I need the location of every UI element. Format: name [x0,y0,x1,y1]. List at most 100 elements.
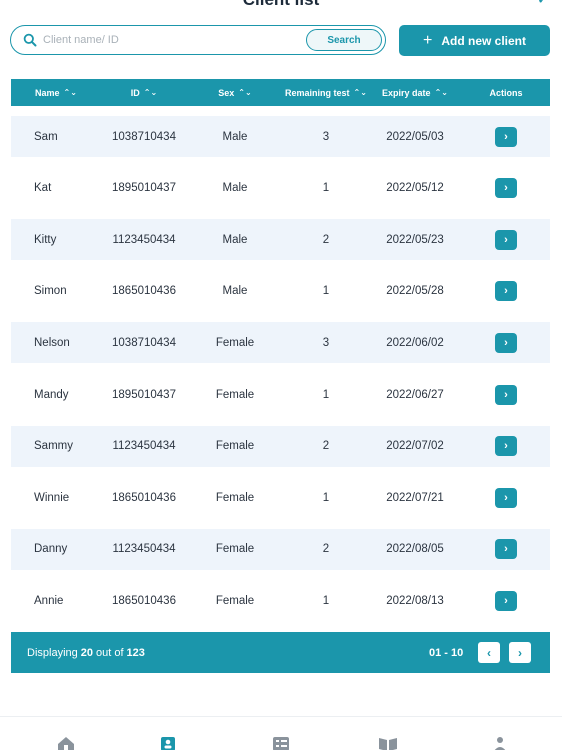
open-client-button[interactable]: › [495,332,517,353]
open-client-button[interactable]: › [495,590,517,611]
column-header-id[interactable]: ID ⌃⌄ [99,79,189,106]
nav-library[interactable] [377,735,399,750]
nav-home[interactable] [55,735,77,750]
expiry-date: 2022/05/23 [386,233,444,246]
open-client-button[interactable]: › [495,436,517,457]
plus-icon: + [422,31,433,49]
remaining-test: 2 [322,233,330,246]
column-header-actions: Actions [489,87,523,98]
client-id: 1123450434 [112,440,176,453]
open-client-button[interactable]: › [495,126,517,147]
table-row: Kat 1895010437 Male 1 2022/05/12 › [11,168,550,209]
actions-cell: › [463,426,549,467]
client-id: 1865010436 [112,594,176,607]
clients-icon [161,737,175,750]
actions-cell: › [463,322,549,363]
client-sex: Female [215,440,255,453]
remaining-test: 3 [322,130,330,143]
client-name: Nelson [34,336,70,349]
client-name: Simon [34,285,67,298]
page-header: Client list ✓ [0,0,562,12]
remaining-test: 1 [322,388,330,401]
open-client-button[interactable]: › [495,487,517,508]
client-sex: Male [222,182,248,195]
remaining-test: 1 [322,491,330,504]
nav-clients[interactable] [157,735,179,750]
expiry-date: 2022/05/03 [386,130,444,143]
actions-cell: › [463,374,549,415]
column-header-remaining-test[interactable]: Remaining test ⌃⌄ [277,79,375,106]
search-icon [23,33,37,47]
expiry-date: 2022/05/28 [386,285,444,298]
client-id: 1038710434 [112,336,176,349]
nav-profile[interactable] [489,735,511,750]
table-row: Mandy 1895010437 Female 1 2022/06/27 › [11,374,550,415]
client-sex: Male [222,285,248,298]
remaining-test: 2 [322,440,330,453]
open-client-button[interactable]: › [495,178,517,199]
client-name: Danny [34,543,68,556]
open-client-button[interactable]: › [495,229,517,250]
client-name: Annie [34,594,64,607]
client-id: 1865010436 [112,491,176,504]
book-icon [379,738,397,750]
table-row: Nelson 1038710434 Female 3 2022/06/02 › [11,322,550,364]
search-button[interactable]: Search [306,29,382,51]
sort-icon: ⌃⌄ [143,87,158,97]
open-client-button[interactable]: › [495,539,517,560]
client-name: Winnie [34,491,70,504]
column-header-sex[interactable]: Sex ⌃⌄ [191,79,279,106]
search-bar: Search [10,25,386,55]
nav-tests[interactable] [270,735,292,750]
actions-cell: › [463,580,549,621]
table-row: Simon 1865010436 Male 1 2022/05/28 › [11,271,550,312]
prev-page-button[interactable]: ‹ [478,642,500,663]
add-new-client-button[interactable]: + Add new client [399,25,550,56]
open-client-button[interactable]: › [495,281,517,302]
actions-cell: › [463,529,549,570]
remaining-test: 3 [322,336,330,349]
expiry-date: 2022/05/12 [386,182,444,195]
client-sex: Female [215,543,255,556]
actions-cell: › [463,477,549,518]
table-row: Kitty 1123450434 Male 2 2022/05/23 › [11,219,550,261]
expiry-date: 2022/08/13 [386,594,444,607]
client-name: Kat [34,182,52,195]
client-name: Sammy [34,440,73,453]
search-input[interactable] [43,34,283,46]
table-row: Annie 1865010436 Female 1 2022/08/13 › [11,580,550,621]
client-id: 1038710434 [112,130,176,143]
expiry-date: 2022/07/21 [386,491,444,504]
total-count: 123 [126,646,145,659]
column-header-name[interactable]: Name ⌃⌄ [11,79,101,106]
remaining-test: 1 [322,182,330,195]
remaining-test: 1 [322,285,330,298]
client-sex: Female [215,388,255,401]
add-new-client-label: Add new client [441,33,527,48]
sort-icon: ⌃⌄ [63,87,77,97]
client-sex: Male [222,130,248,143]
actions-cell: › [463,116,549,157]
column-header-expiry-date[interactable]: Expiry date ⌃⌄ [375,79,455,106]
open-client-button[interactable]: › [495,384,517,405]
client-id: 1895010437 [112,182,176,195]
sort-icon: ⌃⌄ [434,87,448,97]
checklist-icon [273,737,289,750]
client-id: 1123450434 [112,543,176,556]
table-row: Winnie 1865010436 Female 1 2022/07/21 › [11,477,550,518]
table-row: Danny 1123450434 Female 2 2022/08/05 › [11,528,550,570]
confirm-icon[interactable]: ✓ [537,0,550,12]
table-header: Name ⌃⌄ ID ⌃⌄ Sex ⌃⌄ Remaining test ⌃⌄ Expir… [11,79,550,106]
sort-icon: ⌃⌄ [238,87,252,97]
client-id: 1865010436 [112,285,176,298]
client-id: 1123450434 [112,233,176,246]
remaining-test: 1 [322,594,330,607]
actions-cell: › [463,271,549,312]
page-range: 01 - 10 [429,646,464,659]
actions-cell: › [463,168,549,209]
expiry-date: 2022/06/02 [386,336,444,349]
expiry-date: 2022/07/02 [386,440,444,453]
client-id: 1895010437 [112,388,176,401]
actions-cell: › [463,219,549,260]
next-page-button[interactable]: › [509,642,531,663]
